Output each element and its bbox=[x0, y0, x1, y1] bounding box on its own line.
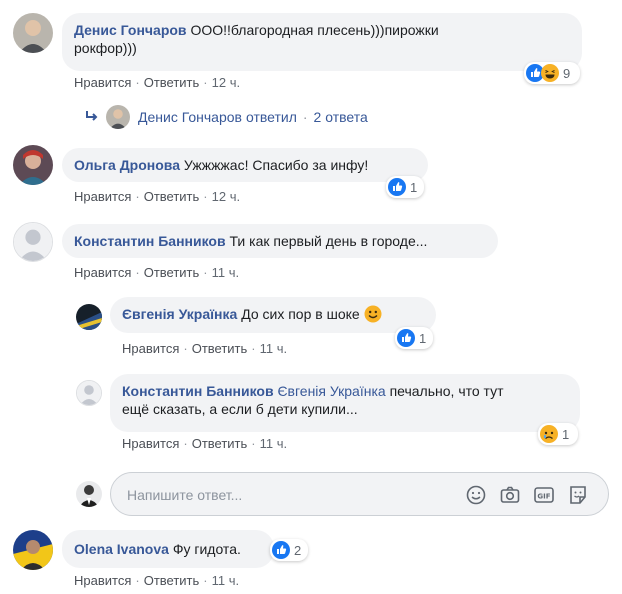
reply-author[interactable]: Євгенія Українка bbox=[122, 306, 237, 322]
reply-actions: Нравится · Ответить · 11 ч. bbox=[122, 341, 288, 356]
gif-icon[interactable]: GIF bbox=[533, 484, 555, 506]
comment-text: Ти как первый день в городе... bbox=[229, 233, 428, 249]
replies-author: Денис Гончаров bbox=[138, 109, 242, 125]
timestamp[interactable]: 11 ч. bbox=[260, 436, 288, 451]
comment-text: рокфор))) bbox=[74, 40, 137, 56]
comment-text: Ужжжжас! Спасибо за инфу! bbox=[183, 157, 369, 173]
smile-emoji bbox=[364, 305, 382, 323]
timestamp[interactable]: 11 ч. bbox=[260, 341, 288, 356]
reaction-summary[interactable]: 1 bbox=[386, 176, 424, 198]
comment-bubble: Константин Банников Ти как первый день в… bbox=[62, 224, 498, 258]
like-link[interactable]: Нравится bbox=[74, 265, 131, 280]
reaction-summary[interactable]: 1 bbox=[538, 423, 578, 445]
like-link[interactable]: Нравится bbox=[74, 75, 131, 90]
replies-summary[interactable]: Денис Гончаров ответил · 2 ответа bbox=[84, 104, 368, 130]
timestamp[interactable]: 11 ч. bbox=[212, 573, 240, 588]
avatar[interactable] bbox=[13, 530, 53, 570]
comment-bubble: Ольга Дронова Ужжжжас! Спасибо за инфу! bbox=[62, 148, 428, 182]
avatar bbox=[106, 105, 130, 129]
reply-link[interactable]: Ответить bbox=[144, 75, 200, 90]
reply-mention[interactable]: Євгенія Українка bbox=[277, 383, 385, 399]
like-icon bbox=[388, 178, 406, 196]
current-user-avatar bbox=[76, 481, 102, 507]
reply-actions: Нравится · Ответить · 11 ч. bbox=[122, 436, 288, 451]
reply-author[interactable]: Константин Банников bbox=[122, 383, 274, 399]
comment-actions: Нравится · Ответить · 11 ч. bbox=[74, 573, 240, 588]
comment-bubble: Денис Гончаров ООО!!благородная плесень)… bbox=[62, 13, 582, 71]
emoji-icon[interactable] bbox=[465, 484, 487, 506]
reply-link[interactable]: Ответить bbox=[192, 341, 248, 356]
sad-icon bbox=[540, 425, 558, 443]
reply-bubble: Константин Банников Євгенія Українка печ… bbox=[110, 374, 580, 432]
haha-icon bbox=[541, 64, 559, 82]
comment-author[interactable]: Денис Гончаров bbox=[74, 22, 187, 38]
avatar[interactable] bbox=[13, 13, 53, 53]
replies-verb: ответил bbox=[245, 109, 297, 125]
timestamp[interactable]: 11 ч. bbox=[212, 265, 240, 280]
comment-bubble: Olena Ivanova Фу гидота. bbox=[62, 530, 274, 568]
reaction-count: 2 bbox=[294, 542, 302, 558]
reply-text: ещё сказать, а если б дети купили... bbox=[122, 401, 358, 417]
reaction-summary[interactable]: 1 bbox=[395, 327, 433, 349]
comment-actions: Нравится · Ответить · 11 ч. bbox=[74, 265, 240, 280]
reply-composer: GIF bbox=[110, 472, 609, 516]
avatar[interactable] bbox=[76, 380, 102, 406]
like-link[interactable]: Нравится bbox=[122, 341, 179, 356]
reaction-summary[interactable]: 2 bbox=[270, 539, 308, 561]
avatar[interactable] bbox=[13, 222, 53, 262]
timestamp[interactable]: 12 ч. bbox=[212, 75, 240, 90]
reply-link[interactable]: Ответить bbox=[144, 573, 200, 588]
reaction-count: 1 bbox=[410, 179, 418, 195]
reply-input[interactable] bbox=[125, 483, 449, 507]
comment-author[interactable]: Olena Ivanova bbox=[74, 541, 169, 557]
reply-link[interactable]: Ответить bbox=[144, 189, 200, 204]
reaction-summary[interactable]: 9 bbox=[524, 62, 580, 84]
reply-text: До сих пор в шоке bbox=[241, 306, 360, 322]
reply-text: печально, что тут bbox=[389, 383, 504, 399]
reaction-count: 9 bbox=[563, 65, 571, 81]
replies-count: 2 ответа bbox=[313, 109, 368, 125]
comment-actions: Нравится · Ответить · 12 ч. bbox=[74, 189, 241, 204]
comment-text: ООО!!благородная плесень)))пирожки bbox=[190, 22, 439, 38]
like-link[interactable]: Нравится bbox=[74, 189, 131, 204]
sticker-icon[interactable] bbox=[567, 484, 589, 506]
camera-icon[interactable] bbox=[499, 484, 521, 506]
reply-link[interactable]: Ответить bbox=[192, 436, 248, 451]
svg-text:GIF: GIF bbox=[537, 493, 550, 501]
reaction-count: 1 bbox=[562, 426, 570, 442]
avatar[interactable] bbox=[76, 304, 102, 330]
comment-author[interactable]: Ольга Дронова bbox=[74, 157, 180, 173]
comment-actions: Нравится · Ответить · 12 ч. bbox=[74, 75, 241, 90]
comment-author[interactable]: Константин Банников bbox=[74, 233, 226, 249]
comment-text: Фу гидота. bbox=[172, 541, 241, 557]
like-icon bbox=[397, 329, 415, 347]
reply-bubble: Євгенія Українка До сих пор в шоке bbox=[110, 297, 436, 333]
like-link[interactable]: Нравится bbox=[122, 436, 179, 451]
reaction-count: 1 bbox=[419, 330, 427, 346]
like-link[interactable]: Нравится bbox=[74, 573, 131, 588]
like-icon bbox=[272, 541, 290, 559]
reply-arrow-icon bbox=[84, 109, 100, 125]
reply-link[interactable]: Ответить bbox=[144, 265, 200, 280]
avatar[interactable] bbox=[13, 145, 53, 185]
timestamp[interactable]: 12 ч. bbox=[212, 189, 240, 204]
